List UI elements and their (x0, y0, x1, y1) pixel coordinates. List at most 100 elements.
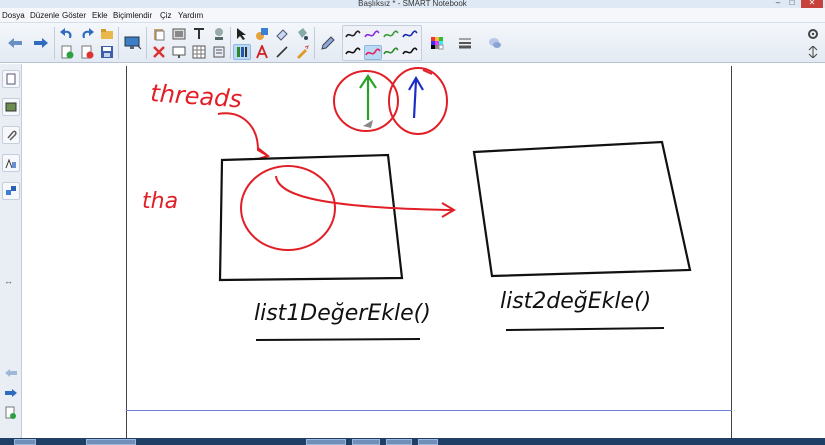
toolbar-separator (314, 27, 315, 59)
magic-pen-button[interactable] (293, 44, 311, 60)
pen-style-swatch[interactable] (345, 28, 363, 43)
pen-style-swatch[interactable] (402, 45, 420, 60)
pen-stroke-icon (345, 47, 361, 55)
properties-button[interactable] (210, 44, 228, 60)
menu-dosya[interactable]: Dosya (2, 11, 25, 20)
menu-ekle[interactable]: Ekle (92, 11, 108, 20)
text-button[interactable] (253, 44, 271, 60)
save-button[interactable] (98, 44, 116, 60)
pen-style-swatch[interactable] (364, 28, 382, 43)
line-style-icon (459, 38, 471, 49)
pen-styles-group (342, 25, 422, 61)
select-icon (237, 28, 246, 40)
taskbar-button[interactable] (418, 439, 438, 445)
redo-icon (82, 28, 94, 38)
title-bar: Başlıksız * - SMART Notebook – □ ✕ (0, 0, 825, 8)
right-box (472, 140, 692, 278)
menu-goster[interactable]: Göster (62, 11, 86, 20)
attachments-tab[interactable] (2, 126, 20, 144)
whiteboard-workspace[interactable]: threads tha list1DeğerEkle() list2değEkl… (22, 64, 825, 438)
open-button[interactable] (98, 26, 116, 42)
cut-button[interactable] (150, 44, 168, 60)
fill-button[interactable] (293, 26, 311, 42)
pen-style-swatch[interactable] (345, 45, 363, 60)
back-button[interactable] (6, 35, 24, 51)
pen-style-swatch[interactable] (402, 28, 420, 43)
addons-tab[interactable] (2, 182, 20, 200)
green-up-arrow (359, 74, 377, 120)
paste-button[interactable] (150, 26, 168, 42)
attachments-icon (7, 130, 17, 141)
menu-yardim[interactable]: Yardım (178, 11, 203, 20)
pen-button[interactable] (233, 44, 251, 60)
back-arrow-icon (8, 38, 22, 48)
taskbar-button[interactable] (352, 439, 380, 445)
text-icon (256, 45, 268, 59)
toolbar-separator (230, 27, 231, 59)
pen-tool-button[interactable] (318, 35, 338, 51)
pen-style-swatch[interactable] (364, 45, 382, 60)
add-page-button[interactable] (58, 44, 76, 60)
color-palette-button[interactable] (428, 35, 446, 51)
minimize-button[interactable]: – (773, 0, 783, 7)
undo-button[interactable] (58, 26, 76, 42)
shape-button[interactable] (253, 26, 271, 42)
collapse-handle[interactable]: ↔ (4, 276, 13, 286)
caption-list2-underline (505, 327, 665, 331)
toolbar (0, 23, 825, 63)
sidebar-forward-button[interactable] (2, 384, 20, 402)
taskbar-button[interactable] (86, 439, 136, 445)
select-button[interactable] (233, 26, 251, 42)
menu-ciz[interactable]: Çiz (160, 11, 172, 20)
blue-up-arrow (408, 75, 424, 119)
eraser-button[interactable] (273, 26, 291, 42)
maximize-icon: □ (789, 0, 795, 7)
minimize-icon: – (775, 0, 781, 7)
handwriting-tha: tha (142, 189, 178, 214)
menu-bicimlendir[interactable]: Biçimlendir (113, 11, 152, 20)
sidebar-back-button[interactable] (2, 364, 20, 382)
page-sorter-tab[interactable] (2, 70, 20, 88)
creative-pen-icon (297, 45, 309, 59)
menu-duzenle[interactable]: Düzenle (30, 11, 59, 20)
screen-capture-button[interactable] (170, 26, 188, 42)
pen-stroke-icon (345, 30, 361, 38)
line-button[interactable] (273, 44, 291, 60)
taskbar-button[interactable] (14, 439, 36, 445)
gallery-icon (5, 102, 17, 112)
sidebar-add-page-button[interactable] (2, 404, 20, 422)
display-button[interactable] (122, 35, 144, 51)
document-camera-button[interactable] (210, 26, 228, 42)
close-button[interactable]: ✕ (801, 0, 823, 8)
line-style-button[interactable] (456, 35, 474, 51)
screen-shade-button[interactable] (170, 44, 188, 60)
object-properties-button[interactable] (486, 35, 504, 51)
forward-button[interactable] (32, 35, 50, 51)
taskbar-button[interactable] (306, 439, 346, 445)
thread-arrow (275, 175, 455, 211)
pen-stroke-icon (402, 30, 418, 38)
screen-capture-icon (172, 28, 186, 40)
addons-icon (6, 186, 16, 195)
gallery-tab[interactable] (2, 98, 20, 116)
redo-button[interactable] (78, 26, 96, 42)
pen-style-swatch[interactable] (383, 28, 401, 43)
side-tabs: ↔ (0, 64, 22, 438)
paste-icon (154, 29, 165, 41)
line-icon (276, 46, 288, 58)
pen-style-swatch[interactable] (383, 45, 401, 60)
taskbar-button[interactable] (386, 439, 412, 445)
forward-arrow-icon (5, 389, 17, 397)
table-button[interactable] (190, 44, 208, 60)
expand-toolbar-button[interactable] (804, 44, 822, 60)
forward-arrow-icon (34, 38, 48, 48)
properties-tab[interactable] (2, 154, 20, 172)
settings-button[interactable] (804, 26, 822, 42)
pen-stroke-icon (364, 30, 380, 38)
smart-notebook-window: Başlıksız * - SMART Notebook – □ ✕ Dosya… (0, 0, 825, 445)
text-tool-button[interactable] (190, 26, 208, 42)
delete-page-button[interactable] (78, 44, 96, 60)
pen-stroke-icon (365, 48, 381, 56)
maximize-button[interactable]: □ (787, 0, 797, 7)
window-title: Başlıksız * - SMART Notebook (358, 0, 467, 8)
